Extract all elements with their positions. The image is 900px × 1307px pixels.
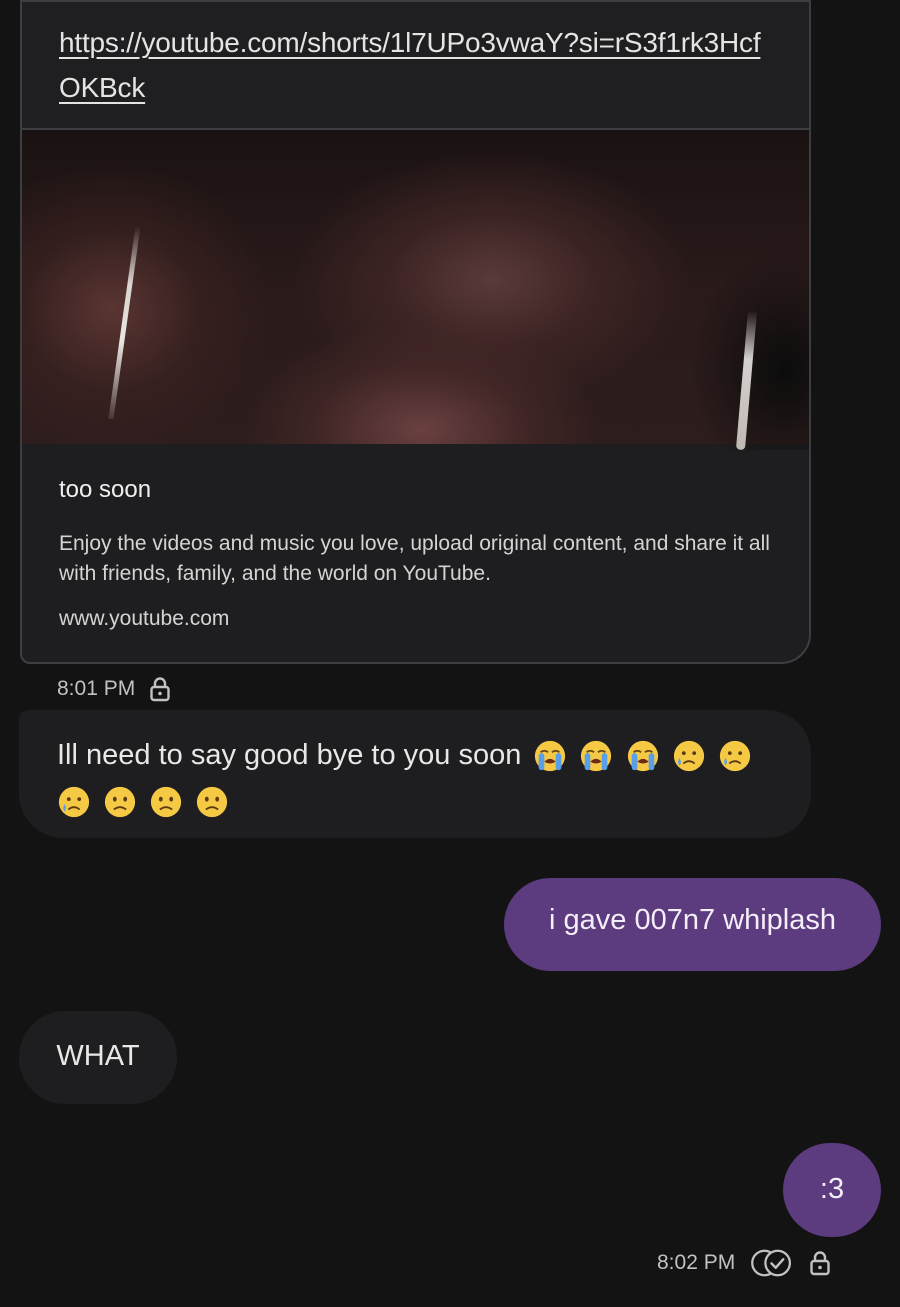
read-receipt-icon	[751, 1249, 792, 1277]
thumbnail-light-streak	[108, 225, 141, 420]
link-preview-card[interactable]: https://youtube.com/shorts/1l7UPo3vwaY?s…	[20, 0, 811, 664]
loudly-crying-face-emoji-icon	[535, 741, 566, 772]
message-text: Ill need to say good bye to you soon	[57, 739, 522, 771]
slightly-frowning-face-emoji-icon	[151, 787, 182, 818]
timestamp-text: 8:01 PM	[57, 677, 136, 700]
outgoing-message-bubble[interactable]: :3	[783, 1143, 881, 1237]
message-text: :3	[819, 1173, 845, 1205]
message-timestamp: 8:02 PM	[657, 1247, 831, 1279]
link-site: www.youtube.com	[59, 607, 230, 630]
lock-icon	[150, 677, 170, 702]
message-text: i gave 007n7 whiplash	[549, 904, 836, 936]
slightly-frowning-face-emoji-icon	[104, 787, 136, 818]
link-meta: too soon Enjoy the videos and music you …	[22, 444, 809, 631]
incoming-message-bubble[interactable]: Ill need to say good bye to you soon	[19, 710, 811, 838]
message-timestamp: 8:01 PM	[57, 676, 171, 702]
video-thumbnail[interactable]	[22, 128, 809, 451]
outgoing-message-bubble[interactable]: i gave 007n7 whiplash	[504, 878, 881, 971]
lock-icon	[810, 1251, 830, 1276]
loudly-crying-face-emoji-icon	[581, 741, 612, 772]
link-block: https://youtube.com/shorts/1l7UPo3vwaY?s…	[22, 2, 809, 128]
message-text: WHAT	[56, 1040, 140, 1072]
timestamp-text: 8:02 PM	[657, 1251, 736, 1274]
sad-but-relieved-face-emoji-icon	[58, 787, 90, 818]
sad-but-relieved-face-emoji-icon	[719, 741, 750, 772]
loudly-crying-face-emoji-icon	[627, 741, 658, 772]
link-title: too soon	[59, 476, 152, 503]
sad-but-relieved-face-emoji-icon	[673, 741, 704, 772]
link-description: Enjoy the videos and music you love, upl…	[59, 532, 770, 585]
shared-link[interactable]: https://youtube.com/shorts/1l7UPo3vwaY?s…	[59, 20, 771, 110]
slightly-frowning-face-emoji-icon	[197, 787, 228, 818]
incoming-message-bubble[interactable]: WHAT	[19, 1011, 177, 1104]
